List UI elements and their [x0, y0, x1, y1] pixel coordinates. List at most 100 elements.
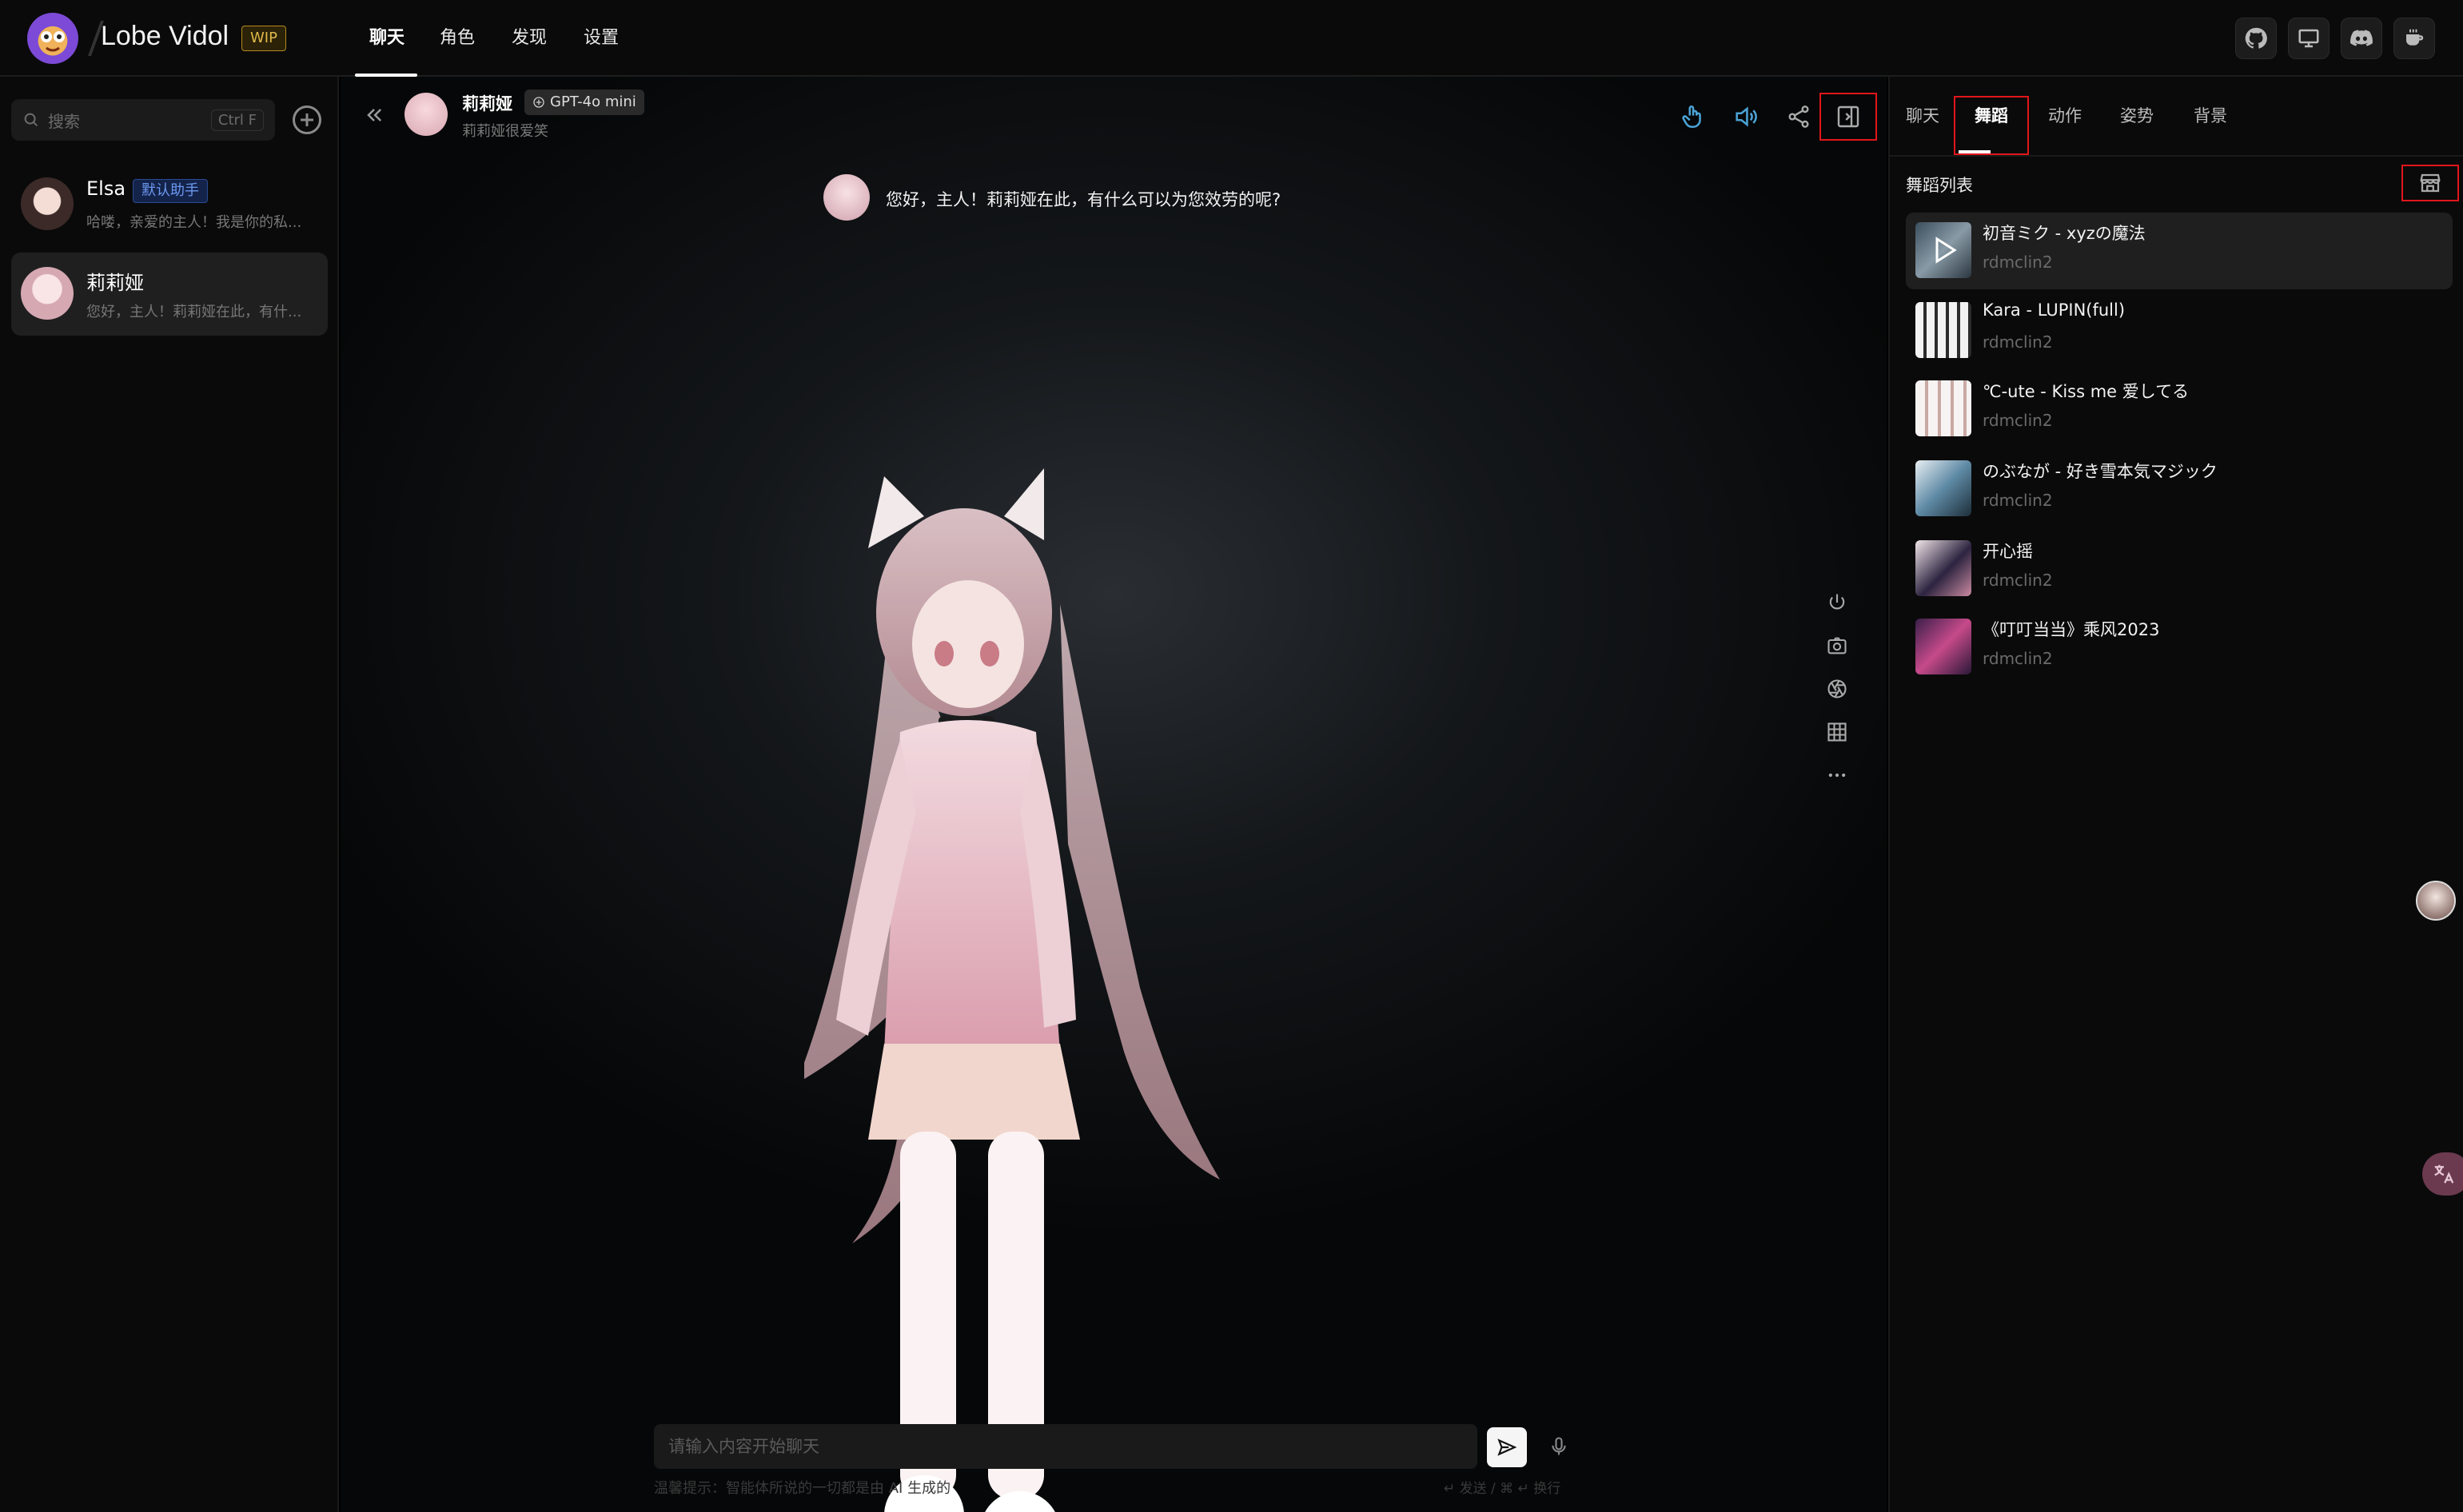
more-button[interactable]: [1823, 761, 1851, 790]
dance-title: 《叮叮当当》乘风2023: [1983, 620, 2160, 639]
send-icon: [1497, 1438, 1517, 1456]
play-icon: [1935, 237, 1957, 264]
session-item-lilia[interactable]: 莉莉娅 您好，主人！莉莉娅在此，有什...: [11, 253, 328, 336]
lobe-vidol-logo[interactable]: [27, 13, 78, 64]
dance-thumbnail: [1915, 460, 1971, 516]
dance-title: ℃-ute - Kiss me 爱してる: [1983, 382, 2190, 401]
session-desc: 哈喽，亲爱的主人！我是你的私...: [86, 214, 302, 231]
aperture-icon: [1827, 679, 1847, 698]
voice-button[interactable]: [1728, 99, 1764, 134]
avatar: [21, 177, 74, 230]
dance-thumbnail: [1915, 380, 1971, 436]
nav-chat[interactable]: 聊天: [369, 0, 405, 77]
ellipsis-icon: [1828, 773, 1846, 778]
greeting-message: 您好，主人！莉莉娅在此，有什么可以为您效劳的呢?: [886, 190, 1281, 209]
dance-item[interactable]: のぶなが - 好き雪本気マジック rdmclin2: [1906, 451, 2453, 527]
session-desc: 您好，主人！莉莉娅在此，有什...: [86, 304, 302, 320]
double-chevron-left-icon: [367, 109, 382, 121]
dance-author: rdmclin2: [1983, 491, 2053, 510]
wip-badge: WIP: [241, 26, 286, 51]
dance-item[interactable]: 初音ミク - xyzの魔法 rdmclin2: [1906, 213, 2453, 289]
camera-reset-button[interactable]: [1823, 631, 1851, 660]
tab-divider: [1890, 155, 2463, 157]
chat-input[interactable]: 请输入内容开始聊天: [654, 1424, 1477, 1469]
default-assistant-tag: 默认助手: [133, 179, 208, 203]
monitor-icon: [2298, 29, 2319, 48]
coffee-icon: [2406, 29, 2424, 46]
aperture-button[interactable]: [1823, 674, 1851, 703]
agent-desc: 莉莉娅很爱笑: [462, 123, 548, 140]
agent-name: 莉莉娅: [462, 94, 512, 113]
message-avatar: [823, 174, 870, 221]
nav-discover[interactable]: 发现: [512, 0, 547, 77]
session-name: Elsa: [86, 177, 126, 200]
dance-store-button[interactable]: [2401, 165, 2459, 201]
dance-title: のぶなが - 好き雪本気マジック: [1983, 462, 2218, 481]
share-button[interactable]: [1781, 99, 1816, 134]
github-button[interactable]: [2235, 18, 2277, 59]
nav-roles[interactable]: 角色: [440, 0, 475, 77]
dance-title: 初音ミク - xyzの魔法: [1983, 224, 2146, 243]
keyboard-hint: ↵ 发送 / ⌘ ↵ 换行: [1444, 1481, 1561, 1497]
search-box[interactable]: 搜索 Ctrl F: [11, 99, 275, 141]
avatar: [21, 267, 74, 320]
model-icon: [533, 97, 544, 108]
plus-icon: [301, 113, 313, 126]
discord-button[interactable]: [2341, 18, 2382, 59]
chat-stage: 莉莉娅 GPT-4o mini 莉莉娅很爱笑 您好，主人！莉莉娅在此，有什么可以…: [341, 77, 1887, 1512]
hand-pointer-icon: [1682, 105, 1701, 129]
dance-author: rdmclin2: [1983, 253, 2053, 272]
voice-input-button[interactable]: [1543, 1430, 1575, 1462]
new-session-button[interactable]: [293, 105, 321, 134]
dance-thumbnail: [1915, 302, 1971, 358]
search-placeholder: 搜索: [48, 111, 80, 131]
dance-author: rdmclin2: [1983, 649, 2053, 668]
dance-list-title: 舞蹈列表: [1906, 176, 1973, 195]
sponsor-button[interactable]: [2393, 18, 2435, 59]
collapse-sidebar-button[interactable]: [363, 104, 385, 126]
dance-author: rdmclin2: [1983, 571, 2053, 590]
model-tag[interactable]: GPT-4o mini: [524, 90, 644, 115]
tab-pose[interactable]: 姿势: [2120, 77, 2154, 155]
translate-button[interactable]: [2422, 1152, 2463, 1196]
dance-item[interactable]: ℃-ute - Kiss me 爱してる rdmclin2: [1906, 371, 2453, 448]
tab-background[interactable]: 背景: [2194, 77, 2227, 155]
display-button[interactable]: [2288, 18, 2329, 59]
grid-button[interactable]: [1823, 718, 1851, 746]
tab-chat[interactable]: 聊天: [1906, 77, 1939, 155]
toggle-right-panel-button[interactable]: [1819, 93, 1877, 141]
app-title: Lobe Vidol: [101, 21, 229, 51]
ai-disclaimer: 温馨提示：智能体所说的一切都是由 AI 生成的: [654, 1480, 951, 1497]
model-name: GPT-4o mini: [550, 94, 636, 110]
agent-avatar[interactable]: [405, 93, 448, 136]
share-icon: [1788, 105, 1809, 128]
dance-thumbnail: [1915, 540, 1971, 596]
session-name: 莉莉娅: [86, 272, 144, 294]
panel-right-icon: [1837, 105, 1859, 128]
power-icon: [1829, 594, 1845, 610]
send-button[interactable]: [1487, 1427, 1527, 1467]
vrm-character-model[interactable]: [804, 444, 1284, 1512]
discord-icon: [2350, 30, 2373, 46]
dance-item[interactable]: 开心摇 rdmclin2: [1906, 531, 2453, 607]
interact-button[interactable]: [1676, 99, 1711, 134]
camera-rotate-icon: [1827, 637, 1847, 655]
power-button[interactable]: [1823, 588, 1851, 617]
github-icon: [2245, 27, 2267, 49]
session-sidebar: 搜索 Ctrl F Elsa 默认助手 哈喽，亲爱的主人！我是你的私... 莉莉…: [0, 77, 339, 1512]
dance-item[interactable]: Kara - LUPIN(full) rdmclin2: [1906, 292, 2453, 369]
floating-avatar[interactable]: [2416, 881, 2456, 921]
speaker-icon: [1736, 106, 1757, 127]
dance-item[interactable]: 《叮叮当当》乘风2023 rdmclin2: [1906, 609, 2453, 686]
dance-author: rdmclin2: [1983, 411, 2053, 430]
dance-thumbnail: [1915, 222, 1971, 278]
grid-icon: [1827, 722, 1847, 742]
translate-icon: [2434, 1164, 2454, 1184]
session-item-elsa[interactable]: Elsa 默认助手 哈喽，亲爱的主人！我是你的私...: [11, 163, 328, 246]
search-icon: [24, 113, 38, 127]
dance-title: Kara - LUPIN(full): [1983, 300, 2126, 320]
tab-motion[interactable]: 动作: [2048, 77, 2082, 155]
nav-settings[interactable]: 设置: [584, 0, 619, 77]
right-panel: 聊天 舞蹈 动作 姿势 背景 舞蹈列表 初音ミク - xyzの魔法 rdmcli…: [1888, 77, 2463, 1512]
tab-highlight-box: [1954, 96, 2029, 155]
